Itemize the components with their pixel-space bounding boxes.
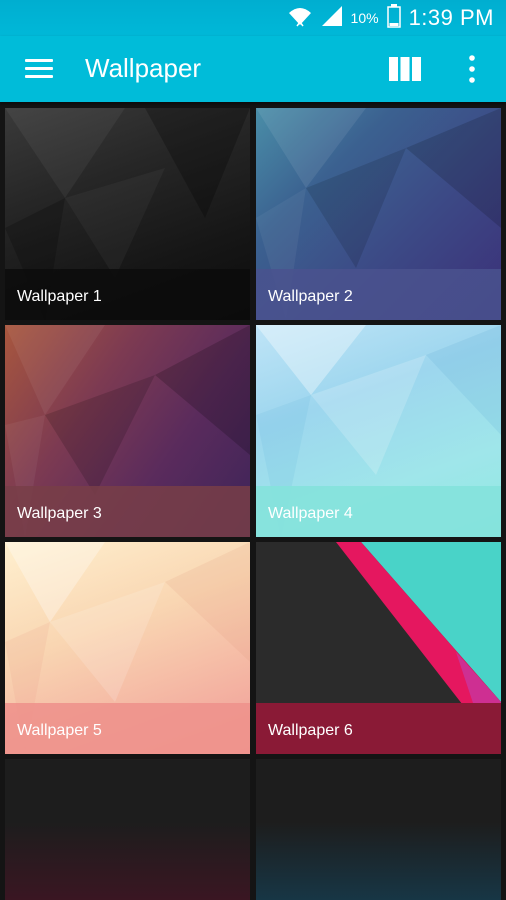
wallpaper-tile-6[interactable]: Wallpaper 6 — [256, 542, 501, 754]
wallpaper-caption: Wallpaper 3 — [5, 486, 250, 537]
wallpaper-tile-2[interactable]: Wallpaper 2 — [256, 108, 501, 320]
signal-icon — [321, 5, 343, 32]
wallpaper-label: Wallpaper 6 — [268, 722, 353, 739]
wallpaper-label: Wallpaper 4 — [268, 505, 353, 522]
status-bar: 10% 1:39 PM — [0, 0, 506, 36]
wallpaper-tile-4[interactable]: Wallpaper 4 — [256, 325, 501, 537]
wallpaper-label: Wallpaper 1 — [17, 288, 102, 305]
wallpaper-preview — [256, 759, 501, 900]
wallpaper-caption: Wallpaper 1 — [5, 269, 250, 320]
battery-icon — [386, 3, 401, 33]
wallpaper-label: Wallpaper 5 — [17, 722, 102, 739]
more-vert-icon[interactable] — [458, 52, 486, 86]
wallpaper-caption: Wallpaper 5 — [5, 703, 250, 754]
wallpaper-tile-8[interactable] — [256, 759, 501, 900]
wallpaper-label: Wallpaper 3 — [17, 505, 102, 522]
wallpaper-preview — [5, 759, 250, 900]
wallpaper-caption: Wallpaper 6 — [256, 703, 501, 754]
wallpaper-caption: Wallpaper 2 — [256, 269, 501, 320]
app-bar: Wallpaper — [0, 36, 506, 102]
page-title: Wallpaper — [85, 53, 202, 83]
wallpaper-caption: Wallpaper 4 — [256, 486, 501, 537]
battery-percent: 10% — [350, 10, 379, 26]
status-icons: 10% 1:39 PM — [287, 0, 494, 36]
wallpaper-grid: Wallpaper 1 Wallpaper 2 Wallpaper 3 Wall… — [0, 102, 506, 900]
menu-icon[interactable] — [24, 56, 54, 82]
wallpaper-tile-1[interactable]: Wallpaper 1 — [5, 108, 250, 320]
clock: 1:39 PM — [408, 5, 494, 30]
wifi-icon — [287, 5, 313, 32]
wallpaper-tile-5[interactable]: Wallpaper 5 — [5, 542, 250, 754]
grid-view-icon[interactable] — [388, 56, 424, 84]
wallpaper-label: Wallpaper 2 — [268, 288, 353, 305]
wallpaper-tile-3[interactable]: Wallpaper 3 — [5, 325, 250, 537]
wallpaper-tile-7[interactable] — [5, 759, 250, 900]
